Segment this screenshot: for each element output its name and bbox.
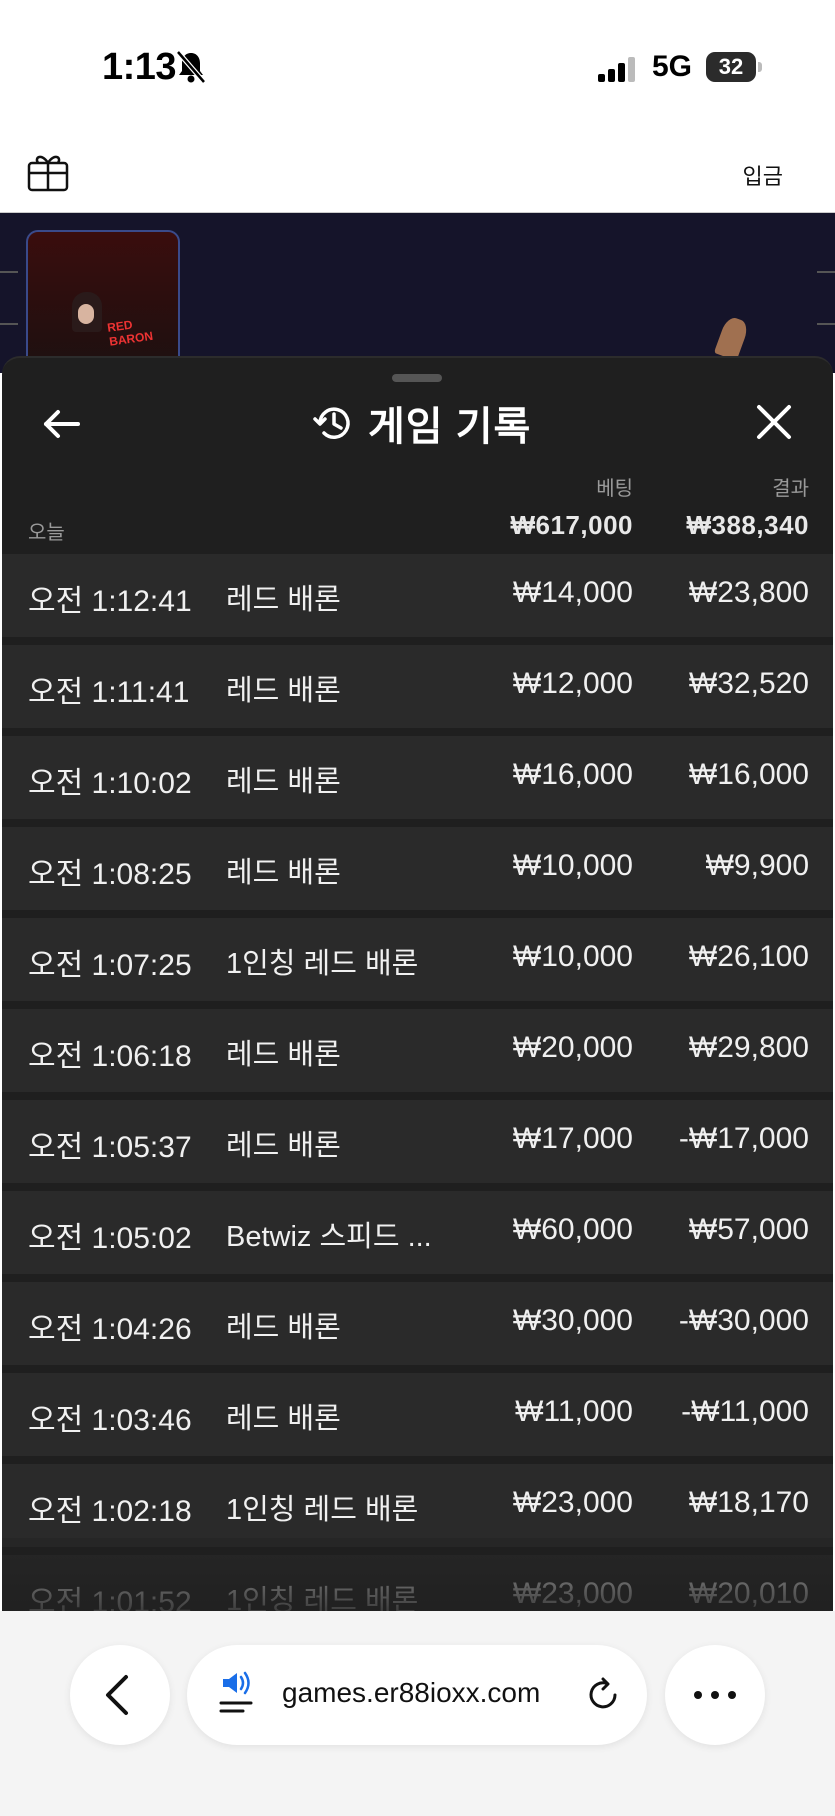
date-group-label: 오늘 <box>28 522 65 544</box>
deposit-link[interactable]: 입금 <box>743 159 783 191</box>
row-result: -₩30,000 <box>678 1304 809 1337</box>
row-result: ₩23,800 <box>688 576 809 609</box>
row-bet: ₩23,000 <box>512 1486 633 1519</box>
column-header-bet: 베팅 <box>596 478 633 500</box>
row-bet: ₩10,000 <box>512 849 633 882</box>
row-bet: ₩60,000 <box>512 1213 633 1246</box>
column-header-result: 결과 <box>772 478 809 500</box>
row-result: ₩57,000 <box>688 1213 809 1246</box>
history-row[interactable]: 오전 1:05:37 레드 배론 ₩17,000 -₩17,000 <box>2 1100 833 1183</box>
row-game: 레드 배론 <box>226 1039 341 1071</box>
row-time: 오전 1:12:41 <box>28 585 192 618</box>
row-time: 오전 1:11:41 <box>28 676 190 709</box>
row-game: 1인칭 레드 배론 <box>226 948 419 980</box>
history-row[interactable]: 오전 1:07:25 1인칭 레드 배론 ₩10,000 ₩26,100 <box>2 918 833 1001</box>
row-time: 오전 1:04:26 <box>28 1313 192 1346</box>
more-icon[interactable] <box>665 1645 765 1745</box>
history-row[interactable]: 오전 1:11:41 레드 배론 ₩12,000 ₩32,520 <box>2 645 833 728</box>
chevron-left-icon <box>106 1675 128 1715</box>
row-result: -₩17,000 <box>678 1122 809 1155</box>
total-result: ₩388,340 <box>686 510 809 540</box>
history-row[interactable]: 오전 1:05:02 Betwiz 스피드 ... ₩60,000 ₩57,00… <box>2 1191 833 1274</box>
row-time: 오전 1:05:37 <box>28 1131 192 1164</box>
speaker-icon[interactable] <box>217 1671 257 1719</box>
row-game: 1인칭 레드 배론 <box>226 1585 419 1611</box>
history-row[interactable]: 오전 1:06:18 레드 배론 ₩20,000 ₩29,800 <box>2 1009 833 1092</box>
row-time: 오전 1:08:25 <box>28 858 192 891</box>
total-bet: ₩617,000 <box>510 510 633 540</box>
row-result: ₩9,900 <box>705 849 809 882</box>
row-result: -₩11,000 <box>681 1395 809 1428</box>
network-type: 5G <box>652 50 693 83</box>
drag-handle[interactable] <box>392 374 442 382</box>
history-list: 오전 1:12:41 레드 배론 ₩14,000 ₩23,800 오전 1:11… <box>2 554 833 1611</box>
history-row[interactable]: 오전 1:10:02 레드 배론 ₩16,000 ₩16,000 <box>2 736 833 819</box>
row-bet: ₩12,000 <box>512 667 633 700</box>
row-game: Betwiz 스피드 ... <box>226 1221 432 1253</box>
row-time: 오전 1:02:18 <box>28 1495 192 1528</box>
address-bar[interactable]: games.er88ioxx.com <box>187 1645 647 1745</box>
row-time: 오전 1:06:18 <box>28 1040 192 1073</box>
row-bet: ₩17,000 <box>512 1122 633 1155</box>
site-header: 입금 <box>0 135 835 213</box>
row-time: 오전 1:05:02 <box>28 1222 192 1255</box>
row-bet: ₩11,000 <box>515 1395 633 1428</box>
status-bar: 1:13 5G 32 <box>0 0 835 135</box>
signal-icon <box>598 56 638 82</box>
sheet-title-text: 게임 기록 <box>368 405 532 449</box>
row-game: 1인칭 레드 배론 <box>226 1494 419 1526</box>
reload-icon[interactable] <box>585 1677 621 1713</box>
row-bet: ₩16,000 <box>512 758 633 791</box>
history-row[interactable]: 오전 1:04:26 레드 배론 ₩30,000 -₩30,000 <box>2 1282 833 1365</box>
row-game: 레드 배론 <box>226 857 341 889</box>
row-time: 오전 1:10:02 <box>28 767 192 800</box>
row-result: ₩29,800 <box>688 1031 809 1064</box>
row-result: ₩18,170 <box>688 1486 809 1519</box>
row-game: 레드 배론 <box>226 1130 341 1162</box>
row-game: 레드 배론 <box>226 1312 341 1344</box>
arrow-left-icon[interactable] <box>40 402 84 446</box>
row-bet: ₩20,000 <box>512 1031 633 1064</box>
history-row[interactable]: 오전 1:03:46 레드 배론 ₩11,000 -₩11,000 <box>2 1373 833 1456</box>
status-time: 1:13 <box>102 46 177 88</box>
browser-back-button[interactable] <box>70 1645 170 1745</box>
game-history-sheet: 게임 기록 베팅 결과 오늘 ₩617,000 ₩388,340 오전 1:12… <box>2 356 833 1611</box>
gift-icon[interactable] <box>26 149 70 193</box>
row-time: 오전 1:07:25 <box>28 949 192 982</box>
row-bet: ₩10,000 <box>512 940 633 973</box>
sheet-title: 게임 기록 <box>312 398 531 449</box>
battery-level: 32 <box>718 54 744 79</box>
url-text: games.er88ioxx.com <box>282 1677 541 1708</box>
row-bet: ₩23,000 <box>512 1577 633 1610</box>
row-time: 오전 1:03:46 <box>28 1404 192 1437</box>
row-bet: ₩14,000 <box>512 576 633 609</box>
row-bet: ₩30,000 <box>512 1304 633 1337</box>
bell-off-icon <box>176 50 206 84</box>
history-row[interactable]: 오전 1:02:18 1인칭 레드 배론 ₩23,000 ₩18,170 <box>2 1464 833 1547</box>
row-result: ₩16,000 <box>688 758 809 791</box>
history-icon <box>313 407 350 439</box>
row-game: 레드 배론 <box>226 1403 341 1435</box>
row-result: ₩20,010 <box>688 1577 809 1610</box>
row-game: 레드 배론 <box>226 675 341 707</box>
browser-toolbar: games.er88ioxx.com <box>0 1611 835 1816</box>
battery-indicator: 32 <box>706 52 762 82</box>
history-row[interactable]: 오전 1:12:41 레드 배론 ₩14,000 ₩23,800 <box>2 554 833 637</box>
row-game: 레드 배론 <box>226 584 341 616</box>
game-thumbnail-label: RED BARON <box>106 317 154 349</box>
game-background: RED BARON <box>0 213 835 380</box>
row-time: 오전 1:01:52 <box>28 1586 192 1611</box>
history-row[interactable]: 오전 1:01:52 1인칭 레드 배론 ₩23,000 ₩20,010 <box>2 1555 833 1611</box>
close-icon[interactable] <box>754 402 794 442</box>
history-row[interactable]: 오전 1:08:25 레드 배론 ₩10,000 ₩9,900 <box>2 827 833 910</box>
row-game: 레드 배론 <box>226 766 341 798</box>
row-result: ₩32,520 <box>688 667 809 700</box>
row-result: ₩26,100 <box>688 940 809 973</box>
